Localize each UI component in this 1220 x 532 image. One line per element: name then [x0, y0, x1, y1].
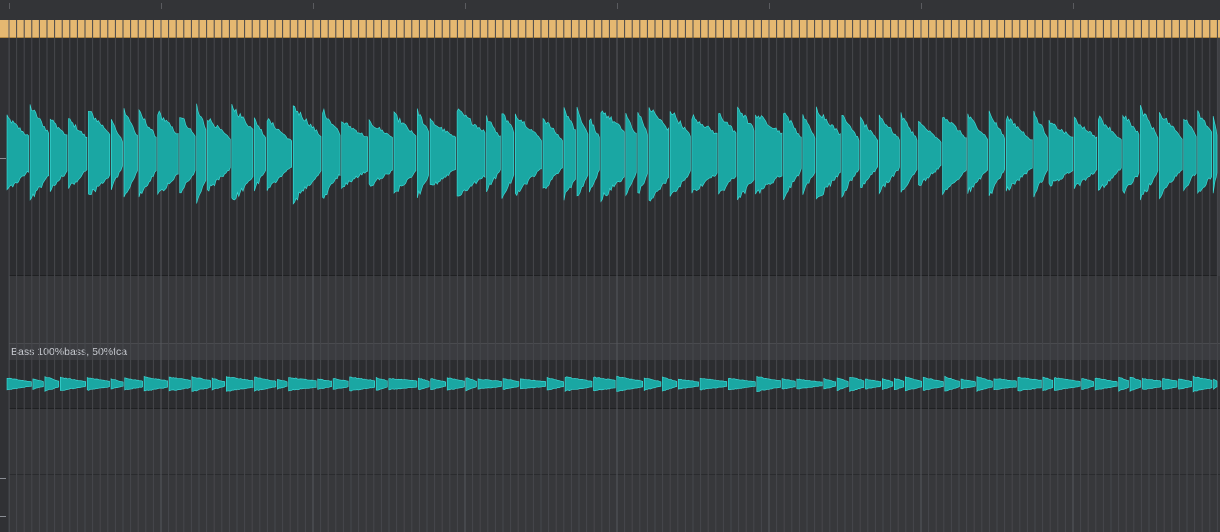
bass-waveform	[6, 375, 1218, 393]
track-1-waveform	[6, 103, 1218, 205]
arrange-area[interactable]: Bass 100%bass, 50%fca	[0, 0, 1220, 532]
audio-waveforms	[6, 103, 1218, 393]
